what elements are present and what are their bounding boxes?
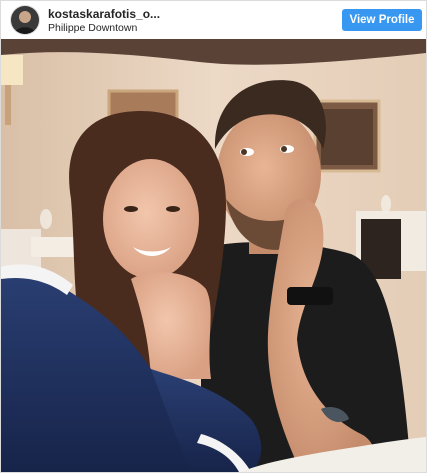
location-link[interactable]: Philippe Downtown — [48, 22, 137, 34]
photo-image — [1, 39, 426, 472]
view-profile-button[interactable]: View Profile — [342, 9, 422, 31]
avatar[interactable] — [10, 5, 40, 35]
post-header: kostaskarafotis_o... Philippe Downtown V… — [1, 1, 426, 39]
post-photo — [1, 39, 426, 472]
instagram-post: kostaskarafotis_o... Philippe Downtown V… — [0, 0, 427, 473]
username[interactable]: kostaskarafotis_o... — [48, 7, 160, 21]
